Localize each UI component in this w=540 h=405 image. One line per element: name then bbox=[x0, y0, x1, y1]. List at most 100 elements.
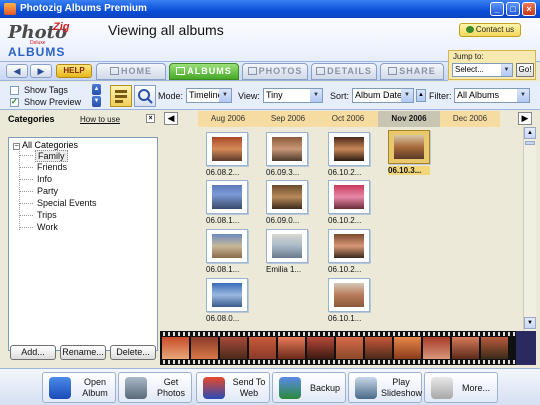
album-thumbnail-selected[interactable] bbox=[388, 130, 430, 164]
slideshow-icon bbox=[355, 377, 377, 399]
tree-connector bbox=[19, 227, 33, 228]
view-value: Tiny bbox=[266, 90, 283, 100]
show-preview-checkbox[interactable] bbox=[10, 97, 19, 107]
album-thumbnail[interactable] bbox=[328, 180, 370, 214]
get-photos-button[interactable]: Get Photos bbox=[118, 372, 192, 403]
help-button[interactable]: HELP bbox=[56, 64, 92, 78]
details-icon bbox=[316, 67, 326, 75]
sort-direction-button[interactable]: ▲ bbox=[416, 89, 426, 102]
tab-photos[interactable]: PHOTOS bbox=[242, 63, 308, 80]
month-sep-2006[interactable]: Sep 2006 bbox=[258, 111, 318, 127]
jump-to-value: Select... bbox=[455, 65, 484, 74]
film-frame[interactable] bbox=[365, 337, 392, 359]
tab-details[interactable]: DETAILS bbox=[311, 63, 377, 80]
scroll-down-icon[interactable]: ▼ bbox=[524, 317, 536, 329]
chevron-down-icon[interactable]: ▼ bbox=[92, 96, 101, 107]
tab-share[interactable]: SHARE bbox=[380, 63, 444, 80]
category-work[interactable]: Work bbox=[37, 222, 58, 232]
filter-label: Filter: bbox=[429, 91, 452, 101]
tree-root-label: All Categories bbox=[22, 140, 79, 150]
scroll-thumb[interactable] bbox=[525, 141, 535, 145]
mode-label: Mode: bbox=[158, 91, 184, 101]
camera-icon bbox=[125, 377, 147, 399]
delete-category-button[interactable]: Delete... bbox=[110, 345, 156, 360]
tree-root[interactable]: − All Categories bbox=[13, 140, 78, 150]
album-label: 06.08.1... bbox=[206, 216, 240, 225]
tab-albums[interactable]: ALBUMS bbox=[169, 63, 239, 80]
category-party[interactable]: Party bbox=[37, 186, 58, 196]
backup-button[interactable]: Backup bbox=[272, 372, 346, 403]
page-title: Viewing all albums bbox=[108, 22, 224, 38]
album-thumbnail[interactable] bbox=[266, 180, 308, 214]
mode-select[interactable]: Timeline ▼ bbox=[186, 88, 232, 103]
show-tags-checkbox[interactable] bbox=[10, 86, 19, 95]
category-info[interactable]: Info bbox=[37, 174, 52, 184]
scroll-up-icon[interactable]: ▲ bbox=[524, 127, 536, 139]
album-thumbnail[interactable] bbox=[206, 229, 248, 263]
filter-select[interactable]: All Albums ▼ bbox=[454, 88, 530, 103]
maximize-button[interactable]: □ bbox=[506, 2, 520, 16]
categories-header: Categories How to use × bbox=[4, 111, 158, 127]
album-thumbnail[interactable] bbox=[266, 229, 308, 263]
zoom-button[interactable] bbox=[134, 85, 156, 107]
back-button[interactable]: ◀ bbox=[6, 64, 28, 78]
chevron-down-icon: ▼ bbox=[517, 89, 529, 102]
tab-share-label: SHARE bbox=[399, 66, 436, 76]
album-thumbnail[interactable] bbox=[206, 180, 248, 214]
sort-select[interactable]: Album Date ▼ bbox=[352, 88, 414, 103]
add-category-button[interactable]: Add... bbox=[10, 345, 56, 360]
film-frame[interactable] bbox=[307, 337, 334, 359]
category-friends[interactable]: Friends bbox=[37, 162, 67, 172]
album-thumbnail[interactable] bbox=[266, 132, 308, 166]
timeline-next-button[interactable]: ▶ bbox=[518, 112, 532, 125]
album-label: 06.10.1... bbox=[328, 314, 362, 323]
album-thumbnail[interactable] bbox=[328, 229, 370, 263]
chevron-down-icon: ▼ bbox=[219, 89, 231, 102]
tab-home[interactable]: HOME bbox=[96, 63, 166, 80]
open-album-button[interactable]: Open Album bbox=[42, 372, 116, 403]
chevron-up-icon[interactable]: ▲ bbox=[92, 84, 101, 95]
photo-filmstrip[interactable] bbox=[160, 331, 516, 365]
send-to-web-button[interactable]: Send To Web bbox=[196, 372, 270, 403]
share-icon bbox=[388, 67, 398, 75]
preview-size-spinner[interactable]: ▲ ▼ bbox=[92, 84, 101, 108]
close-button[interactable]: × bbox=[522, 2, 536, 16]
tree-connector bbox=[19, 191, 33, 192]
how-to-use-link[interactable]: How to use bbox=[80, 115, 120, 124]
month-aug-2006[interactable]: Aug 2006 bbox=[198, 111, 258, 127]
jump-to-select[interactable]: Select... ▼ bbox=[452, 63, 513, 77]
month-nov-2006[interactable]: Nov 2006 bbox=[378, 111, 440, 127]
month-oct-2006[interactable]: Oct 2006 bbox=[318, 111, 378, 127]
album-thumbnail[interactable] bbox=[328, 132, 370, 166]
film-frame[interactable] bbox=[336, 337, 363, 359]
more-button[interactable]: More... bbox=[424, 372, 498, 403]
album-thumbnail[interactable] bbox=[206, 132, 248, 166]
month-dec-2006[interactable]: Dec 2006 bbox=[440, 111, 500, 127]
minimize-button[interactable]: _ bbox=[490, 2, 504, 16]
film-frame[interactable] bbox=[249, 337, 276, 359]
film-frame[interactable] bbox=[191, 337, 218, 359]
film-frame[interactable] bbox=[394, 337, 421, 359]
film-frame[interactable] bbox=[452, 337, 479, 359]
album-scrollbar[interactable]: ▲ ▼ bbox=[523, 127, 536, 330]
film-frame[interactable] bbox=[481, 337, 508, 359]
category-special-events[interactable]: Special Events bbox=[37, 198, 97, 208]
timeline-prev-button[interactable]: ◀ bbox=[164, 112, 178, 125]
timeline-view-button[interactable] bbox=[110, 85, 132, 107]
film-frame[interactable] bbox=[278, 337, 305, 359]
album-icon bbox=[176, 67, 186, 75]
category-family[interactable]: Family bbox=[35, 150, 68, 162]
rename-category-button[interactable]: Rename... bbox=[60, 345, 106, 360]
category-trips[interactable]: Trips bbox=[37, 210, 57, 220]
forward-button[interactable]: ▶ bbox=[30, 64, 52, 78]
go-button[interactable]: Go! bbox=[516, 63, 534, 77]
play-slideshow-button[interactable]: Play Slideshow bbox=[348, 372, 422, 403]
film-frame[interactable] bbox=[220, 337, 247, 359]
film-frame[interactable] bbox=[423, 337, 450, 359]
film-frame[interactable] bbox=[162, 337, 189, 359]
view-select[interactable]: Tiny ▼ bbox=[263, 88, 323, 103]
album-thumbnail[interactable] bbox=[328, 278, 370, 312]
close-icon[interactable]: × bbox=[146, 114, 155, 123]
album-thumbnail[interactable] bbox=[206, 278, 248, 312]
contact-us-button[interactable]: Contact us bbox=[459, 23, 521, 37]
